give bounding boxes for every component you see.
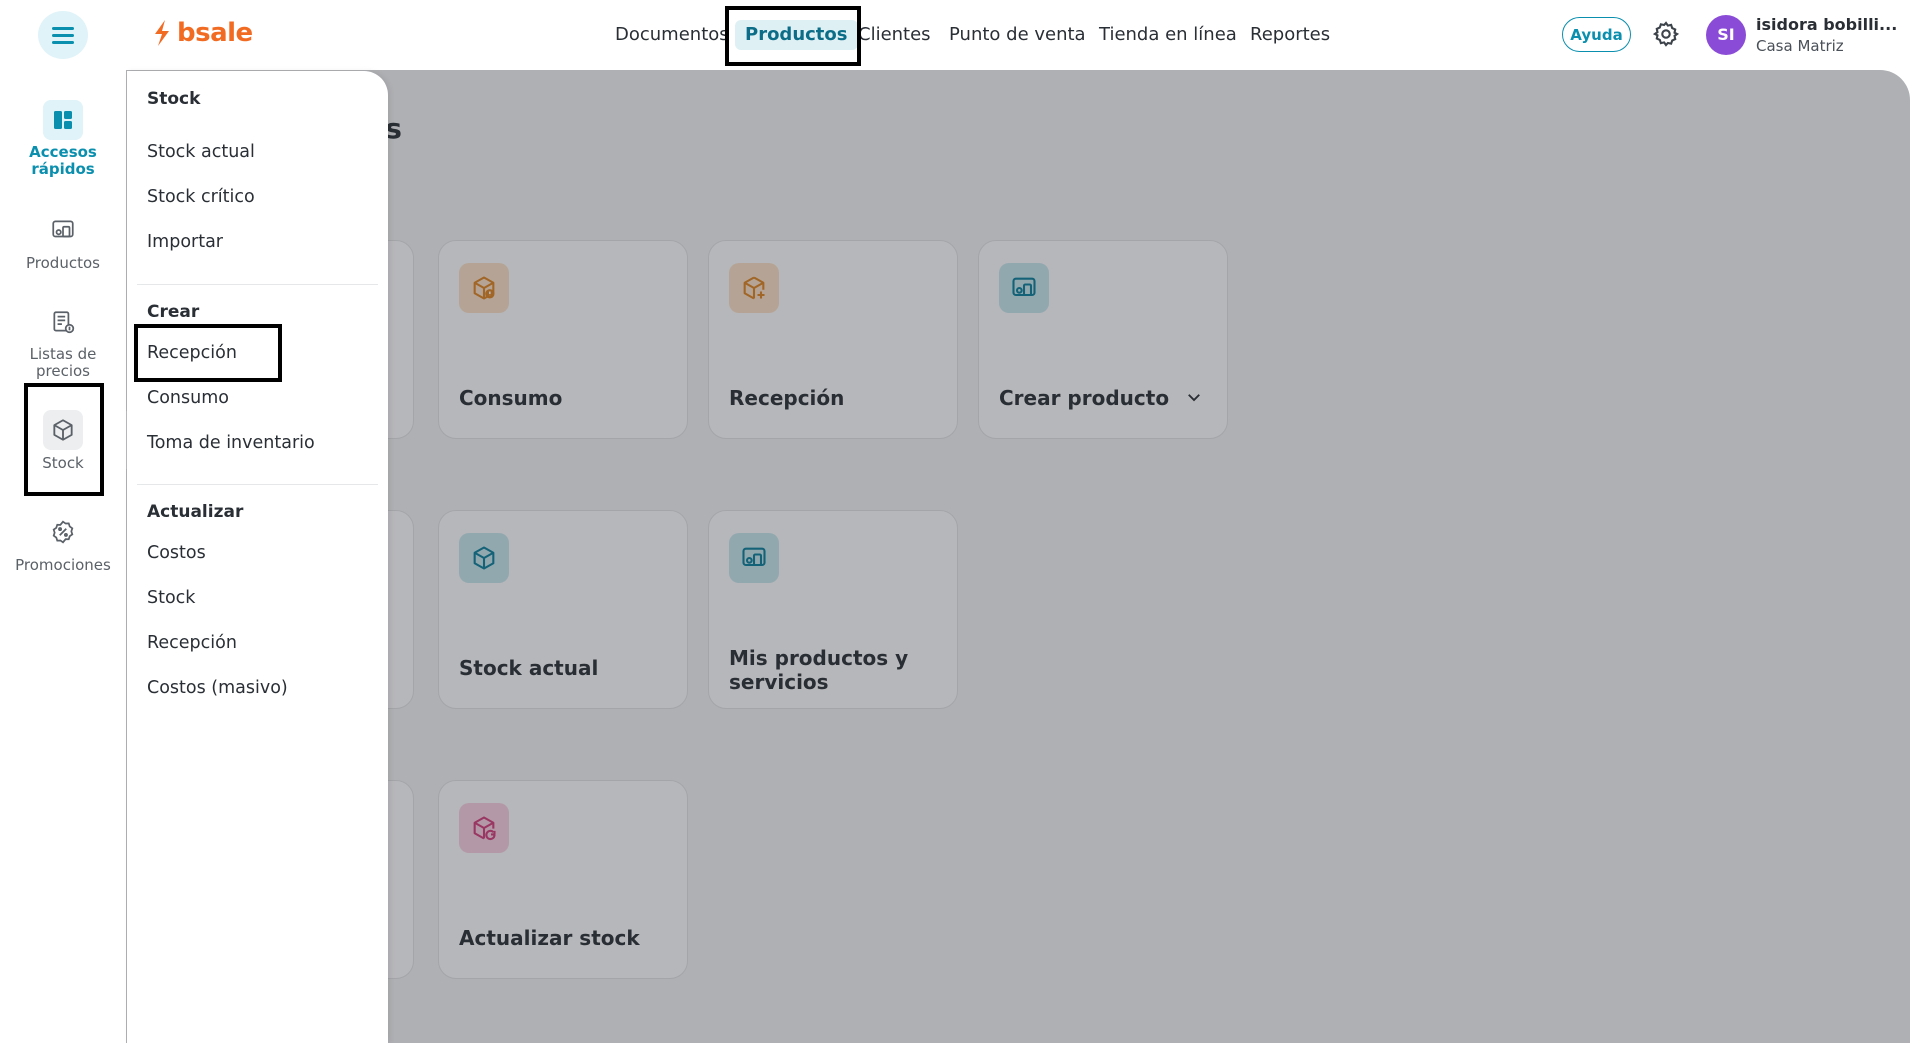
section-heading-crear: Crear — [147, 302, 200, 322]
menu-item-stock-actual[interactable]: Stock actual — [147, 142, 255, 162]
stock-submenu: Stock Stock actual Stock crítico Importa… — [127, 71, 388, 1043]
hamburger-menu-button[interactable] — [38, 11, 88, 59]
section-heading-actualizar: Actualizar — [147, 502, 244, 522]
card-recepcion[interactable]: Recepción — [708, 240, 958, 439]
menu-item-actualizar-costos[interactable]: Costos — [147, 543, 206, 563]
box-refresh-icon — [459, 803, 509, 853]
sidebar-item-label: Stock — [42, 454, 84, 472]
price-list-icon — [43, 302, 83, 342]
products-icon — [729, 533, 779, 583]
user-name[interactable]: isidora bobilli... — [1756, 15, 1897, 34]
sidebar-item-stock[interactable]: Stock — [10, 410, 116, 472]
sidebar-item-listas-de-precios[interactable]: Listas de precios — [10, 302, 116, 380]
nav-documentos[interactable]: Documentos — [615, 20, 729, 50]
card-label: Consumo — [459, 386, 563, 410]
sidebar: Accesos rápidos Productos Listas de prec… — [0, 70, 126, 1043]
menu-item-importar[interactable]: Importar — [147, 232, 223, 252]
nav-productos[interactable]: Productos — [735, 20, 858, 50]
bolt-icon — [155, 20, 169, 46]
menu-item-crear-consumo[interactable]: Consumo — [147, 388, 229, 408]
card-label: Recepción — [729, 386, 845, 410]
card-actualizar-stock[interactable]: Actualizar stock — [438, 780, 688, 979]
sidebar-item-promociones[interactable]: Promociones — [10, 512, 116, 574]
sidebar-item-label: Listas de precios — [29, 345, 97, 380]
card-crear-producto[interactable]: Crear producto — [978, 240, 1228, 439]
user-branch: Casa Matriz — [1756, 37, 1844, 55]
promo-badge-icon — [43, 512, 83, 552]
sidebar-item-label: Productos — [26, 254, 100, 272]
nav-reportes[interactable]: Reportes — [1250, 20, 1330, 50]
menu-icon — [52, 27, 74, 30]
menu-item-costos-masivo[interactable]: Costos (masivo) — [147, 678, 288, 698]
nav-punto-de-venta[interactable]: Punto de venta — [949, 20, 1086, 50]
card-mis-productos[interactable]: Mis productos y servicios — [708, 510, 958, 709]
menu-item-toma-de-inventario[interactable]: Toma de inventario — [147, 433, 315, 453]
products-icon — [999, 263, 1049, 313]
box-icon — [459, 533, 509, 583]
nav-tienda-en-linea[interactable]: Tienda en línea — [1099, 20, 1237, 50]
brand-name: bsale — [177, 18, 253, 48]
help-button[interactable]: Ayuda — [1562, 17, 1631, 52]
card-consumo[interactable]: Consumo — [438, 240, 688, 439]
gear-icon[interactable] — [1652, 20, 1680, 48]
box-icon — [43, 410, 83, 450]
card-label: Actualizar stock — [459, 926, 640, 950]
products-icon — [43, 210, 83, 250]
menu-item-stock-critico[interactable]: Stock crítico — [147, 187, 255, 207]
main-content: os a Consumo Recepción Crear producto St… — [126, 70, 1910, 1043]
sidebar-item-productos[interactable]: Productos — [10, 210, 116, 272]
top-bar: bsale Documentos Productos Clientes Punt… — [0, 0, 1910, 70]
menu-item-actualizar-stock[interactable]: Stock — [147, 588, 195, 608]
box-alert-icon — [459, 263, 509, 313]
avatar[interactable]: SI — [1706, 15, 1746, 55]
menu-item-crear-recepcion[interactable]: Recepción — [147, 343, 237, 363]
bsale-logo[interactable]: bsale — [153, 18, 253, 48]
card-label: Mis productos y servicios — [729, 646, 909, 694]
card-label: Crear producto — [999, 386, 1170, 410]
card-stock-actual[interactable]: Stock actual — [438, 510, 688, 709]
sidebar-item-label: Accesos rápidos — [29, 143, 97, 178]
nav-clientes[interactable]: Clientes — [858, 20, 931, 50]
chevron-down-icon[interactable] — [1185, 388, 1203, 406]
sidebar-item-accesos-rapidos[interactable]: Accesos rápidos — [10, 100, 116, 178]
divider — [137, 484, 378, 485]
dashboard-icon — [43, 100, 83, 140]
menu-item-actualizar-recepcion[interactable]: Recepción — [147, 633, 237, 653]
card-label: Stock actual — [459, 656, 599, 680]
section-heading-stock: Stock — [147, 89, 201, 109]
divider — [137, 284, 378, 285]
box-plus-icon — [729, 263, 779, 313]
sidebar-item-label: Promociones — [15, 556, 111, 574]
